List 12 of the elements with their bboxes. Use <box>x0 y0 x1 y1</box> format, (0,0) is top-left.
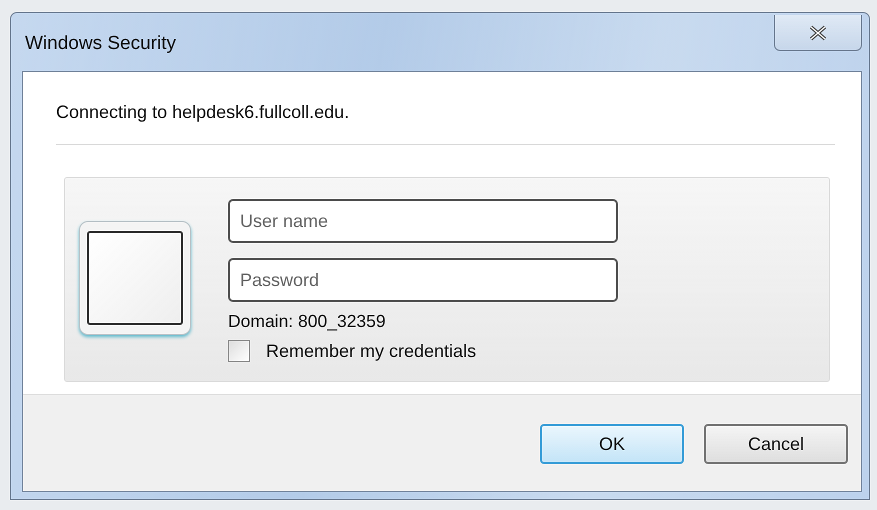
cancel-button[interactable]: Cancel <box>704 424 848 464</box>
username-field[interactable]: User name <box>228 199 618 243</box>
close-icon <box>808 24 828 40</box>
password-field[interactable]: Password <box>228 258 618 302</box>
close-button[interactable] <box>774 15 862 51</box>
domain-label: Domain: 800_32359 <box>228 311 387 332</box>
ok-button[interactable]: OK <box>540 424 684 464</box>
connection-message: Connecting to helpdesk6.fullcoll.edu. <box>56 102 350 124</box>
remember-label: Remember my credentials <box>266 340 476 362</box>
remember-checkbox[interactable] <box>228 340 250 362</box>
user-tile-icon <box>79 221 191 335</box>
window-title: Windows Security <box>25 33 176 55</box>
